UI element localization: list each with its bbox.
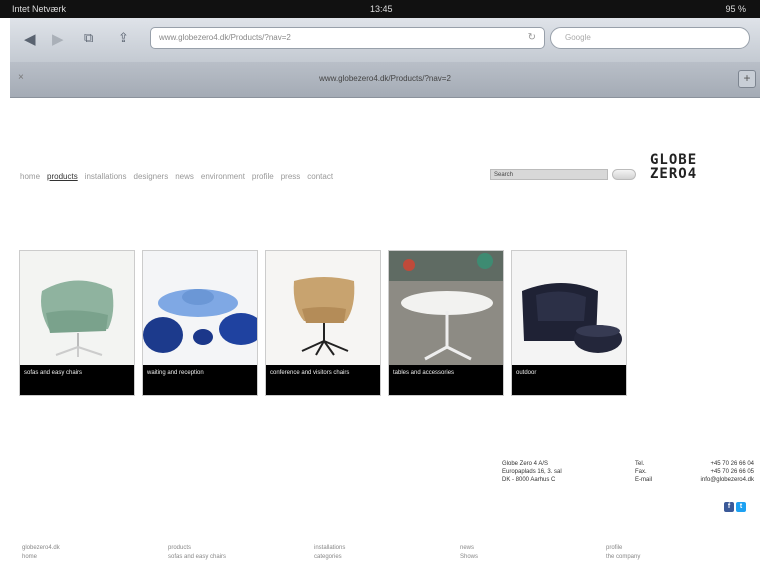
site-search-button[interactable] bbox=[612, 169, 636, 180]
browser-search-input[interactable]: Google bbox=[550, 27, 750, 49]
product-label: waiting and reception bbox=[143, 365, 257, 395]
email-label: E-mail bbox=[635, 477, 653, 483]
footer-title[interactable]: profile bbox=[606, 544, 752, 553]
tab-bar: × www.globezero4.dk/Products/?nav=2 + bbox=[10, 62, 760, 98]
product-image-white-table bbox=[389, 251, 503, 365]
footer-col-news: news Shows bbox=[460, 544, 606, 562]
footer-col-profile: profile the company bbox=[606, 544, 752, 562]
product-tile-conference[interactable]: conference and visitors chairs bbox=[265, 250, 381, 396]
product-image-dark-lounge bbox=[512, 251, 626, 365]
nav-products[interactable]: products bbox=[47, 172, 78, 181]
site-footer: globezero4.dk home products sofas and ea… bbox=[22, 544, 752, 562]
footer-link[interactable]: the company bbox=[606, 553, 752, 562]
footer-title[interactable]: news bbox=[460, 544, 606, 553]
product-tile-outdoor[interactable]: outdoor bbox=[511, 250, 627, 396]
email-link[interactable]: info@globezero4.dk bbox=[660, 476, 754, 484]
reload-icon[interactable]: ↻ bbox=[528, 28, 536, 48]
contact-labels: Tel. Fax. E-mail bbox=[635, 460, 652, 484]
nav-press[interactable]: press bbox=[281, 172, 301, 181]
status-bar: Intet Netværk 13:45 95 % bbox=[0, 0, 760, 18]
web-page: home products installations designers ne… bbox=[10, 98, 760, 568]
product-tile-sofas[interactable]: sofas and easy chairs bbox=[19, 250, 135, 396]
footer-link[interactable]: categories bbox=[314, 553, 460, 562]
nav-designers[interactable]: designers bbox=[134, 172, 169, 181]
clock: 13:45 bbox=[370, 4, 393, 14]
tab-title[interactable]: www.globezero4.dk/Products/?nav=2 bbox=[10, 74, 760, 83]
logo-line-2: ZERO4 bbox=[650, 166, 698, 182]
battery-level: 95 % bbox=[725, 4, 746, 14]
footer-title[interactable]: installations bbox=[314, 544, 460, 553]
product-image-blue-poufs bbox=[143, 251, 257, 365]
back-arrow-icon[interactable]: ◀ bbox=[24, 30, 36, 48]
social-links: f t bbox=[724, 502, 746, 512]
globe-zero4-logo[interactable]: GLOBE ZERO4 bbox=[650, 153, 697, 181]
bookmarks-book-icon[interactable]: ⧉ bbox=[84, 30, 93, 46]
footer-col-products: products sofas and easy chairs bbox=[168, 544, 314, 562]
footer-link[interactable]: home bbox=[22, 553, 168, 562]
product-tile-waiting[interactable]: waiting and reception bbox=[142, 250, 258, 396]
company-name: Globe Zero 4 A/S bbox=[502, 461, 549, 467]
product-tile-tables[interactable]: tables and accessories bbox=[388, 250, 504, 396]
carrier-label: Intet Netværk bbox=[12, 4, 67, 14]
share-icon[interactable]: ⇪ bbox=[118, 30, 129, 46]
fax-value: +45 70 26 66 05 bbox=[710, 469, 754, 475]
tel-value: +45 70 26 66 04 bbox=[710, 461, 754, 467]
nav-contact[interactable]: contact bbox=[307, 172, 333, 181]
browser-toolbar: ◀ ▶ ⧉ ⇪ www.globezero4.dk/Products/?nav=… bbox=[10, 18, 760, 63]
twitter-icon[interactable]: t bbox=[736, 502, 746, 512]
footer-col-home: globezero4.dk home bbox=[22, 544, 168, 562]
facebook-icon[interactable]: f bbox=[724, 502, 734, 512]
nav-environment[interactable]: environment bbox=[201, 172, 245, 181]
footer-col-installations: installations categories bbox=[314, 544, 460, 562]
address-bar[interactable]: www.globezero4.dk/Products/?nav=2 ↻ bbox=[150, 27, 545, 49]
address-url: www.globezero4.dk/Products/?nav=2 bbox=[159, 33, 291, 42]
contact-values: +45 70 26 66 04 +45 70 26 66 05 info@glo… bbox=[660, 460, 754, 484]
product-image-tan-chair bbox=[266, 251, 380, 365]
footer-link[interactable]: Shows bbox=[460, 553, 606, 562]
product-label: tables and accessories bbox=[389, 365, 503, 395]
nav-profile[interactable]: profile bbox=[252, 172, 274, 181]
site-nav: home products installations designers ne… bbox=[20, 172, 333, 181]
logo-line-1: GLOBE bbox=[650, 152, 698, 168]
contact-address: Globe Zero 4 A/S Europaplads 16, 3. sal … bbox=[502, 460, 562, 484]
add-tab-button[interactable]: + bbox=[738, 70, 756, 88]
tel-label: Tel. bbox=[635, 461, 645, 467]
product-image-green-chair bbox=[20, 251, 134, 365]
forward-arrow-icon[interactable]: ▶ bbox=[52, 30, 64, 48]
nav-home[interactable]: home bbox=[20, 172, 40, 181]
nav-installations[interactable]: installations bbox=[85, 172, 127, 181]
street-address: Europaplads 16, 3. sal bbox=[502, 469, 562, 475]
footer-title[interactable]: products bbox=[168, 544, 314, 553]
product-label: outdoor bbox=[512, 365, 626, 395]
nav-news[interactable]: news bbox=[175, 172, 194, 181]
product-label: sofas and easy chairs bbox=[20, 365, 134, 395]
footer-link[interactable]: sofas and easy chairs bbox=[168, 553, 314, 562]
footer-title[interactable]: globezero4.dk bbox=[22, 544, 168, 553]
site-search-input[interactable]: Search bbox=[490, 169, 608, 180]
fax-label: Fax. bbox=[635, 469, 647, 475]
product-label: conference and visitors chairs bbox=[266, 365, 380, 395]
city-address: DK - 8000 Aarhus C bbox=[502, 477, 556, 483]
